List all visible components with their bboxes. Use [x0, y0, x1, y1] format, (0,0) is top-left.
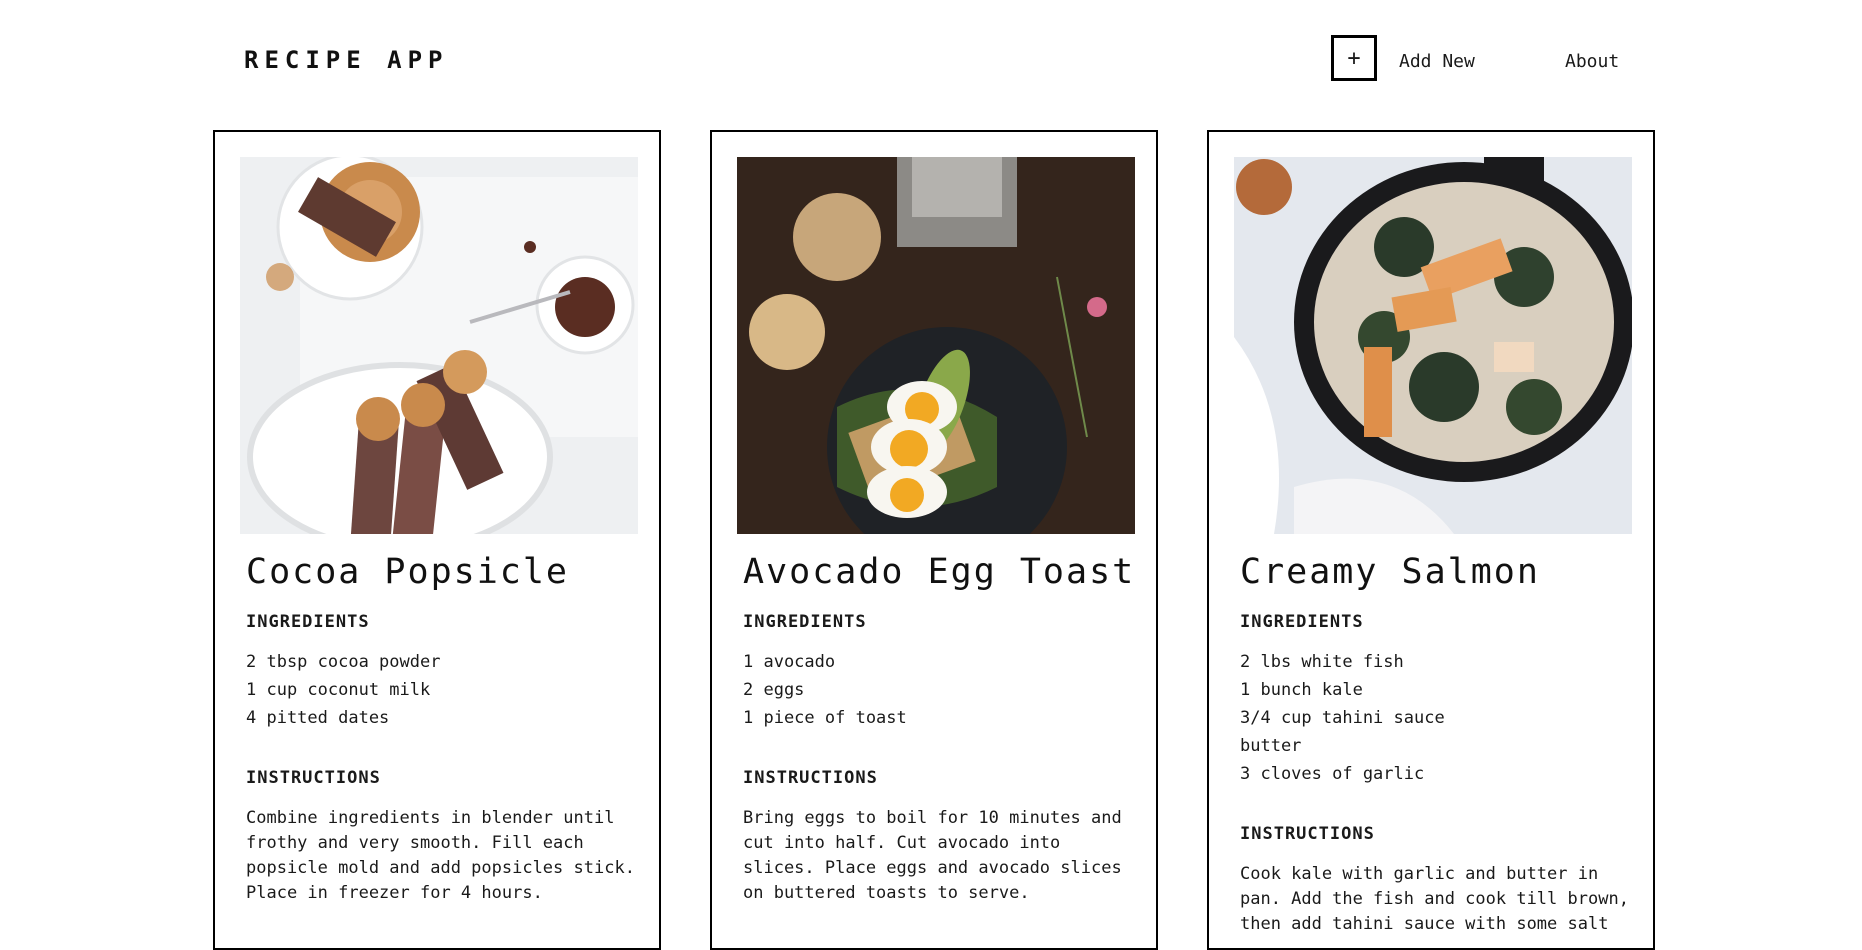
recipe-card[interactable]: Avocado Egg Toast INGREDIENTS 1 avocado …: [710, 130, 1158, 950]
add-new-link[interactable]: Add New: [1399, 51, 1475, 72]
ingredient-item: 3/4 cup tahini sauce: [1240, 708, 1445, 728]
ingredient-item: 3 cloves of garlic: [1240, 764, 1425, 784]
instructions-text: Cook kale with garlic and butter in pan.…: [1240, 864, 1629, 934]
creamy-salmon-photo: [1234, 157, 1632, 534]
instructions-text: Combine ingredients in blender until fro…: [246, 808, 635, 903]
instructions-heading: INSTRUCTIONS: [1240, 824, 1375, 844]
ingredient-item: 1 bunch kale: [1240, 680, 1363, 700]
instructions-text: Bring eggs to boil for 10 minutes and cu…: [743, 808, 1122, 903]
ingredient-item: 2 lbs white fish: [1240, 652, 1404, 672]
recipe-title: Cocoa Popsicle: [246, 552, 570, 592]
recipe-title: Creamy Salmon: [1240, 552, 1540, 592]
recipe-title: Avocado Egg Toast: [743, 552, 1136, 592]
ingredient-list: 1 avocado 2 eggs 1 piece of toast: [743, 648, 1132, 732]
instructions-heading: INSTRUCTIONS: [246, 768, 381, 788]
instructions-heading: INSTRUCTIONS: [743, 768, 878, 788]
recipe-card[interactable]: Cocoa Popsicle INGREDIENTS 2 tbsp cocoa …: [213, 130, 661, 950]
ingredient-item: 1 piece of toast: [743, 708, 907, 728]
ingredients-heading: INGREDIENTS: [246, 612, 370, 632]
ingredient-item: 1 cup coconut milk: [246, 680, 431, 700]
about-link[interactable]: About: [1565, 51, 1619, 72]
recipe-card[interactable]: Creamy Salmon INGREDIENTS 2 lbs white fi…: [1207, 130, 1655, 950]
ingredients-heading: INGREDIENTS: [1240, 612, 1364, 632]
cocoa-popsicle-photo: [240, 157, 638, 534]
ingredients-heading: INGREDIENTS: [743, 612, 867, 632]
ingredient-item: 1 avocado: [743, 652, 836, 672]
ingredient-item: 2 eggs: [743, 680, 805, 700]
avocado-egg-toast-photo: [737, 157, 1135, 534]
ingredient-list: 2 lbs white fish 1 bunch kale 3/4 cup ta…: [1240, 648, 1629, 788]
top-nav: + Add New About: [0, 35, 1862, 87]
ingredient-item: 2 tbsp cocoa powder: [246, 652, 441, 672]
ingredient-item: 4 pitted dates: [246, 708, 390, 728]
ingredient-item: butter: [1240, 736, 1302, 756]
ingredient-list: 2 tbsp cocoa powder 1 cup coconut milk 4…: [246, 648, 635, 732]
add-new-button[interactable]: +: [1331, 35, 1377, 81]
